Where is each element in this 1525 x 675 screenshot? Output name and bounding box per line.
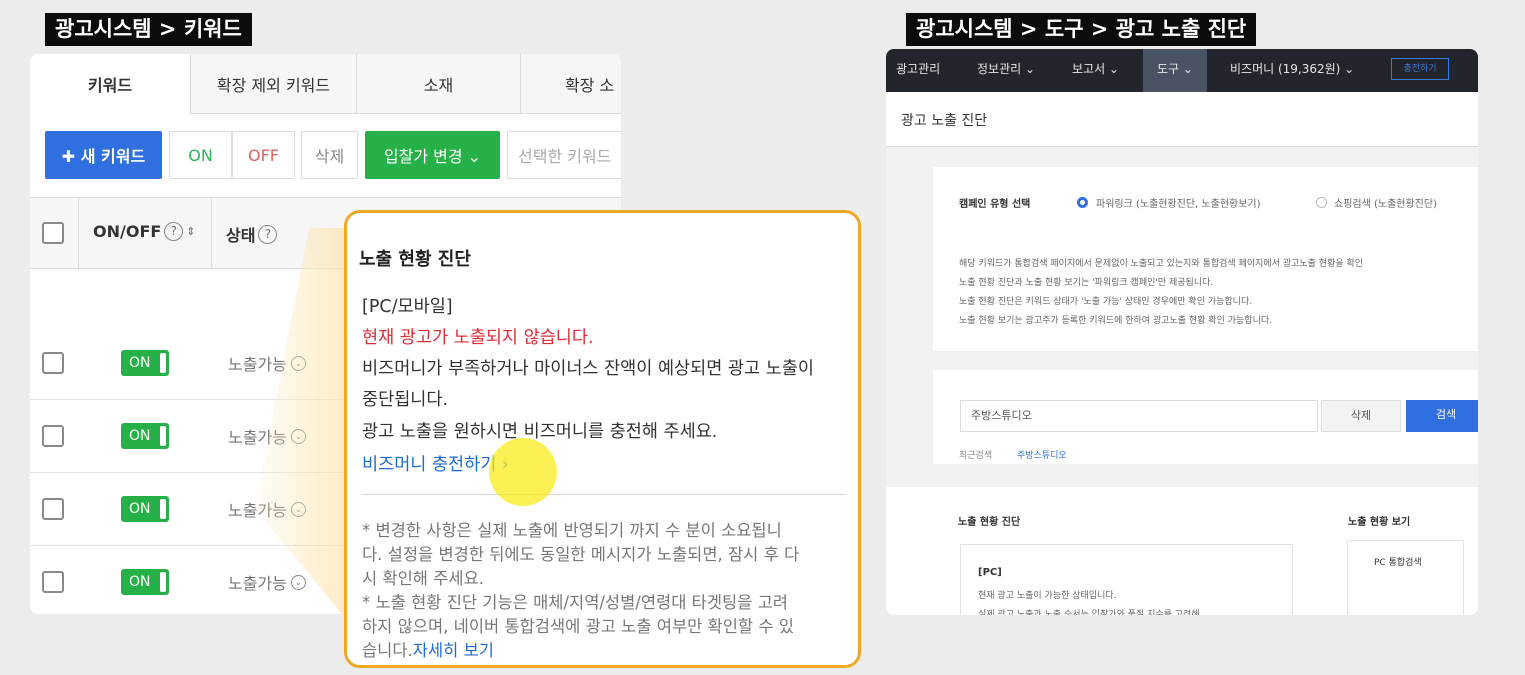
selected-keyword-dropdown[interactable]: 선택한 키워드 xyxy=(507,131,621,179)
tooltip-title: 노출 현황 진단 xyxy=(359,249,471,270)
toggle-label: ON xyxy=(129,355,151,371)
top-nav: 광고관리 정보관리 ⌄ 보고서 ⌄ 도구 ⌄ 비즈머니 (19,362원) ⌄ … xyxy=(886,49,1478,92)
left-caption: 광고시스템 > 키워드 xyxy=(45,13,252,46)
view-title: 노출 현황 보기 xyxy=(1348,517,1411,528)
tooltip-body-line: 광고 노출을 원하시면 비즈머니를 충전해 주세요. xyxy=(362,422,718,442)
toggle-label: ON xyxy=(129,501,151,517)
radio-powerlink[interactable] xyxy=(1077,197,1088,208)
tooltip-note-line: 하지 않으며, 네이버 통합검색에 광고 노출 여부만 확인할 수 있 xyxy=(362,617,794,636)
new-keyword-button[interactable]: ✚ 새 키워드 xyxy=(45,131,162,179)
tooltip-note-text: 습니다. xyxy=(362,641,413,660)
toggle-knob xyxy=(160,572,166,592)
on-button[interactable]: ON xyxy=(169,131,232,179)
description-line: 해당 키워드가 통합검색 페이지에서 문제없이 노출되고 있는지와 통합검색 페… xyxy=(959,259,1364,269)
on-toggle[interactable]: ON xyxy=(121,423,169,449)
on-toggle[interactable]: ON xyxy=(121,496,169,522)
description-line: 노출 현황 진단과 노출 현황 보기는 '파워링크 캠페인'만 제공됩니다. xyxy=(959,278,1214,288)
learn-more-link[interactable]: 자세히 보기 xyxy=(413,641,494,660)
tooltip-note-line: * 변경한 사항은 실제 노출에 반영되기 까지 수 분이 소요됩니 xyxy=(362,521,782,540)
row-checkbox[interactable] xyxy=(42,498,64,520)
keyword-toolbar: ✚ 새 키워드 ON OFF 삭제 입찰가 변경 ⌄ 선택한 키워드 xyxy=(30,128,621,184)
keyword-search-input[interactable]: 주방스튜디오 xyxy=(960,400,1318,432)
help-icon[interactable]: ? xyxy=(164,222,184,241)
bizmoney-charge-link[interactable]: 비즈머니 충전하기 › xyxy=(362,451,509,476)
nav-report[interactable]: 보고서 ⌄ xyxy=(1072,49,1119,92)
page-header: 광고 노출 진단 xyxy=(886,92,1478,147)
tab-creative[interactable]: 소재 xyxy=(357,54,521,114)
delete-button[interactable]: 삭제 xyxy=(301,131,358,179)
on-toggle[interactable]: ON xyxy=(121,350,169,376)
right-caption: 광고시스템 > 도구 > 광고 노출 진단 xyxy=(906,13,1257,46)
toggle-knob xyxy=(160,499,166,519)
toggle-label: ON xyxy=(129,428,151,444)
pc-integrated-search[interactable]: PC 통합검색 xyxy=(1374,555,1422,568)
status-label: 노출가능 xyxy=(228,574,287,593)
tab-extension[interactable]: 확장 소 xyxy=(521,54,621,114)
chevron-down-icon[interactable]: ⌄ xyxy=(290,574,306,590)
nav-ad-management[interactable]: 광고관리 xyxy=(896,49,940,92)
on-toggle[interactable]: ON xyxy=(121,569,169,595)
toggle-knob xyxy=(160,426,166,446)
page-title: 광고 노출 진단 xyxy=(901,113,988,129)
toggle-knob xyxy=(160,353,166,373)
pc-label: [PC] xyxy=(978,567,1002,578)
column-divider xyxy=(78,198,79,268)
description-line: 노출 현황 보기는 광고주가 등록한 키워드에 한하여 광고노출 현황 확인 가… xyxy=(959,316,1272,326)
nav-tools[interactable]: 도구 ⌄ xyxy=(1143,49,1207,92)
onoff-header[interactable]: ON/OFF ? ⇕ xyxy=(93,222,196,241)
charge-button[interactable]: 충전하기 xyxy=(1391,58,1449,80)
tooltip-note-line: * 노출 현황 진단 기능은 매체/지역/성별/연령대 타겟팅을 고려 xyxy=(362,593,788,612)
exposure-diagnosis-tooltip: 노출 현황 진단 [PC/모바일] 현재 광고가 노출되지 않습니다. 비즈머니… xyxy=(344,210,861,668)
status-header-label: 상태 xyxy=(226,226,256,245)
search-card: 주방스튜디오 삭제 검색 최근검색 주방스튜디오 xyxy=(933,370,1478,464)
tooltip-body-line: 중단됩니다. xyxy=(362,390,449,410)
column-divider xyxy=(211,198,212,268)
row-checkbox[interactable] xyxy=(42,571,64,593)
help-icon[interactable]: ? xyxy=(258,224,278,244)
recent-search-label: 최근검색 xyxy=(959,451,993,461)
status-cell[interactable]: 노출가능⌄ xyxy=(228,570,306,594)
tooltip-note-line: 시 확인해 주세요. xyxy=(362,569,484,588)
tooltip-note-last: 습니다.자세히 보기 xyxy=(362,639,848,663)
sort-icon[interactable]: ⇕ xyxy=(186,225,195,238)
description-line: 노출 현황 진단은 키워드 상태가 '노출 가능' 상태인 경우에만 확인 가능… xyxy=(959,297,1253,307)
delete-button[interactable]: 삭제 xyxy=(1321,400,1401,432)
diagnosis-title: 노출 현황 진단 xyxy=(958,517,1021,528)
tab-bar: 키워드 확장 제외 키워드 소재 확장 소 xyxy=(30,54,621,114)
diagnosis-box: [PC] 현재 광고 노출이 가능한 상태입니다. 실제 광고 노출과 노출 순… xyxy=(960,544,1293,615)
row-checkbox[interactable] xyxy=(42,352,64,374)
nav-bizmoney[interactable]: 비즈머니 (19,362원) ⌄ xyxy=(1230,49,1354,92)
tab-keyword[interactable]: 키워드 xyxy=(30,54,191,114)
campaign-type-label: 캠페인 유형 선택 xyxy=(959,199,1031,210)
search-button[interactable]: 검색 xyxy=(1406,400,1478,432)
tooltip-body-line: 비즈머니가 부족하거나 마이너스 잔액이 예상되면 광고 노출이 xyxy=(362,359,814,379)
off-button[interactable]: OFF xyxy=(232,131,295,179)
radio-shopping-label: 쇼핑검색 (노출현황진단) xyxy=(1334,199,1437,210)
tooltip-alert: 현재 광고가 노출되지 않습니다. xyxy=(362,328,594,348)
radio-powerlink-label: 파워링크 (노출현황진단, 노출현황보기) xyxy=(1096,199,1261,210)
campaign-type-card: 캠페인 유형 선택 파워링크 (노출현황진단, 노출현황보기) 쇼핑검색 (노출… xyxy=(933,167,1478,351)
pc-view-box: PC 통합검색 xyxy=(1347,540,1464,615)
pc-status-text: 현재 광고 노출이 가능한 상태입니다. xyxy=(978,591,1117,601)
tab-excluded-keyword[interactable]: 확장 제외 키워드 xyxy=(191,54,357,114)
cursor-highlight xyxy=(489,438,557,506)
toggle-label: ON xyxy=(129,574,151,590)
ad-exposure-diagnosis-panel: 광고관리 정보관리 ⌄ 보고서 ⌄ 도구 ⌄ 비즈머니 (19,362원) ⌄ … xyxy=(886,49,1478,615)
bid-change-button[interactable]: 입찰가 변경 ⌄ xyxy=(365,131,500,179)
tooltip-note-line: 다. 설정을 변경한 뒤에도 동일한 메시지가 노출되면, 잠시 후 다 xyxy=(362,545,800,564)
select-all-checkbox[interactable] xyxy=(42,222,64,244)
status-header: 상태 ? xyxy=(226,222,278,246)
result-card: 노출 현황 진단 노출 현황 보기 [PC] 현재 광고 노출이 가능한 상태입… xyxy=(886,487,1478,615)
tooltip-device: [PC/모바일] xyxy=(362,297,453,317)
recent-search-item[interactable]: 주방스튜디오 xyxy=(1017,448,1067,461)
pc-status-text-2: 실제 광고 노출과 노출 순서는 입찰가와 품질 지수를 고려해 xyxy=(978,610,1200,615)
tooltip-divider xyxy=(362,494,846,495)
radio-shopping[interactable] xyxy=(1316,197,1327,208)
nav-info-management[interactable]: 정보관리 ⌄ xyxy=(977,49,1035,92)
onoff-header-label: ON/OFF xyxy=(93,222,162,241)
status-label: 노출가능 xyxy=(228,355,287,374)
row-checkbox[interactable] xyxy=(42,425,64,447)
